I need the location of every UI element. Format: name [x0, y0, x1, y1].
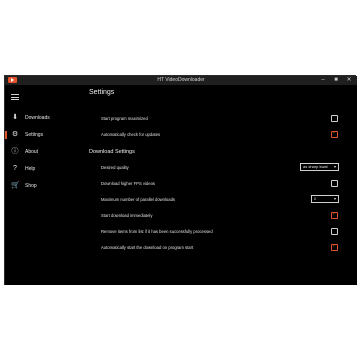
setting-auto-start: Automatically start the download on prog… — [101, 243, 351, 253]
check-updates-checkbox[interactable] — [331, 130, 338, 138]
sidebar-item-label: Settings — [25, 132, 44, 138]
cart-icon: 🛒 — [11, 182, 20, 189]
gear-icon: ⚙ — [11, 131, 19, 138]
info-icon: ⓘ — [11, 148, 19, 155]
title-bar[interactable]: HT VideoDownloader – ■ ✕ — [5, 76, 357, 85]
setting-label: Download higher FPS videos — [101, 181, 156, 186]
setting-label: Desired quality — [101, 165, 129, 170]
setting-check-updates: Automatically check for updates — [101, 130, 351, 140]
setting-label: Start download immediately — [101, 213, 153, 218]
app-window: HT VideoDownloader – ■ ✕ ⬇ Downloads ⚙ S… — [4, 75, 357, 285]
close-icon[interactable]: ✕ — [345, 77, 353, 84]
sidebar: ⬇ Downloads ⚙ Settings ⓘ About ? Help 🛒 … — [5, 85, 85, 285]
settings-panel: Settings Start program maximized Automat… — [85, 85, 357, 285]
page-title: Settings — [89, 89, 115, 96]
window-title: HT VideoDownloader — [157, 77, 205, 83]
quality-value: as sharp kwal — [303, 164, 328, 169]
hamburger-menu-icon[interactable] — [11, 94, 19, 100]
setting-desired-quality: Desired quality as sharp kwal ▾ — [101, 163, 351, 173]
minimize-icon[interactable]: – — [319, 77, 327, 84]
setting-start-maximized: Start program maximized — [101, 114, 351, 124]
setting-remove-items: Remove items from list if it has been su… — [101, 227, 351, 237]
sidebar-item-label: Downloads — [25, 115, 50, 121]
setting-label: Automatically start the download on prog… — [101, 245, 194, 250]
setting-label: Maximum number of parallel downloads — [101, 197, 176, 202]
chevron-down-icon: ▾ — [333, 164, 336, 169]
sidebar-item-label: About — [25, 149, 39, 155]
start-immediately-checkbox[interactable] — [331, 211, 338, 219]
start-maximized-checkbox[interactable] — [331, 115, 338, 122]
setting-label: Start program maximized — [101, 116, 148, 121]
setting-label: Remove items from list if it has been su… — [101, 229, 213, 234]
sidebar-item-help[interactable]: ? Help — [5, 163, 85, 175]
download-icon: ⬇ — [12, 114, 18, 121]
quality-select[interactable]: as sharp kwal ▾ — [300, 163, 339, 171]
sidebar-item-settings[interactable]: ⚙ Settings — [5, 129, 85, 141]
setting-start-immediately: Start download immediately — [101, 211, 351, 221]
sidebar-item-label: Help — [25, 166, 36, 172]
parallel-downloads-select[interactable]: 2 ▾ — [311, 195, 339, 203]
sidebar-item-label: Shop — [25, 183, 37, 189]
chevron-down-icon: ▾ — [333, 196, 336, 201]
setting-label: Automatically check for updates — [101, 132, 161, 137]
setting-parallel-downloads: Maximum number of parallel downloads 2 ▾ — [101, 195, 351, 205]
sidebar-item-shop[interactable]: 🛒 Shop — [5, 180, 85, 192]
sidebar-item-about[interactable]: ⓘ About — [5, 146, 85, 158]
remove-items-checkbox[interactable] — [331, 228, 338, 235]
higher-fps-checkbox[interactable] — [331, 180, 338, 187]
setting-higher-fps: Download higher FPS videos — [101, 179, 351, 189]
maximize-icon[interactable]: ■ — [332, 77, 340, 84]
auto-start-checkbox[interactable] — [331, 243, 338, 251]
help-icon: ? — [13, 165, 17, 172]
parallel-value: 2 — [314, 196, 317, 201]
section-title: Download Settings — [89, 149, 135, 155]
sidebar-item-downloads[interactable]: ⬇ Downloads — [5, 112, 85, 124]
